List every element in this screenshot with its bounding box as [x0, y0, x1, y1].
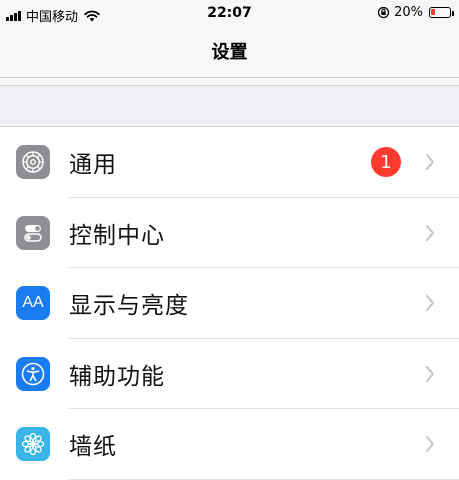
- settings-item-wallpaper[interactable]: 墙纸: [0, 409, 459, 480]
- settings-item-label: 辅助功能: [69, 363, 165, 390]
- display-aa-icon: AA: [16, 286, 50, 321]
- status-right: 20%: [377, 5, 454, 20]
- chevron-right-icon: [426, 224, 434, 241]
- settings-list: 通用 1 控制中心 AA 显示与亮度 辅助功能 墙纸: [0, 127, 459, 480]
- status-bar: 中国移动 22:07 20%: [0, 0, 459, 28]
- settings-item-accessibility[interactable]: 辅助功能: [0, 339, 459, 409]
- battery-icon: [429, 7, 454, 18]
- navigation-bar: 设置: [0, 28, 459, 78]
- flower-icon: [16, 427, 50, 462]
- chevron-right-icon: [426, 295, 434, 312]
- settings-screen: 中国移动 22:07 20% 设置 通用 1 控制中心 AA 显示与亮度 辅助功…: [0, 0, 459, 480]
- settings-item-display-brightness[interactable]: AA 显示与亮度: [0, 268, 459, 339]
- settings-item-label: 控制中心: [69, 222, 165, 249]
- settings-item-label: 墙纸: [69, 434, 117, 461]
- page-title: 设置: [211, 42, 248, 63]
- battery-percent: 20%: [394, 5, 423, 20]
- settings-item-label: 显示与亮度: [69, 293, 189, 320]
- toggle-switches-icon: [16, 215, 50, 250]
- settings-item-label: 通用: [69, 152, 117, 179]
- chevron-right-icon: [426, 154, 434, 171]
- row-separator: [69, 478, 459, 480]
- chevron-right-icon: [426, 436, 434, 453]
- rotation-lock-icon: [377, 6, 390, 19]
- display-icon-text: AA: [22, 294, 44, 312]
- accessibility-icon: [16, 356, 50, 391]
- gear-icon: [16, 145, 50, 180]
- notification-badge: 1: [371, 147, 401, 178]
- chevron-right-icon: [426, 365, 434, 382]
- section-gap: [0, 85, 459, 127]
- settings-item-control-center[interactable]: 控制中心: [0, 198, 459, 268]
- settings-item-general[interactable]: 通用 1: [0, 127, 459, 198]
